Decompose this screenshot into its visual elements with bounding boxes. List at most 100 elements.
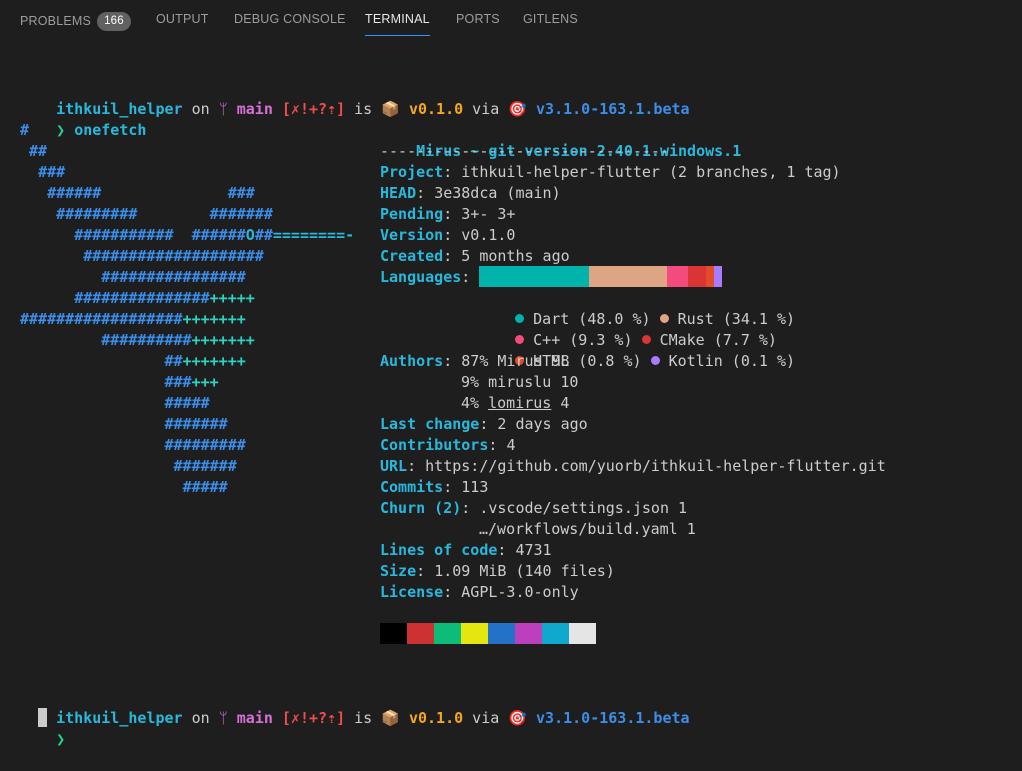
- prompt-word-on: on: [191, 709, 210, 727]
- prompt-package-version: v0.1.0: [408, 100, 464, 118]
- author-commits: 98: [551, 352, 570, 370]
- language-bar-segment: [479, 266, 589, 287]
- prompt-symbol: ❯: [56, 730, 66, 748]
- churn-row: …/workflows/build.yaml 1: [479, 519, 696, 540]
- field-label: Lines of code: [380, 541, 498, 559]
- ascii-logo-line: #######: [173, 457, 237, 475]
- prompt-word-is: is: [354, 100, 373, 118]
- field-label: Version: [380, 226, 444, 244]
- author-share: 9%: [461, 373, 480, 391]
- terminal-color-palette: [380, 623, 596, 644]
- palette-swatch: [515, 623, 542, 644]
- prompt-branch: main: [236, 709, 273, 727]
- info-divider: --------------------------------: [380, 142, 669, 160]
- prompt-word-is: is: [354, 709, 373, 727]
- author-row: 4% lomirus 4: [461, 393, 569, 414]
- kotlin-dot-icon: [650, 356, 660, 365]
- command-text: onefetch: [74, 121, 147, 139]
- churn-count: 1: [678, 499, 688, 517]
- field-label: Commits: [380, 478, 444, 496]
- ascii-logo-line: #####: [182, 478, 228, 496]
- palette-swatch: [542, 623, 569, 644]
- branch-icon: ᛘ: [218, 100, 228, 118]
- field-label: Created: [380, 247, 444, 265]
- churn-file: …/workflows/build.yaml: [479, 520, 678, 538]
- ascii-logo-line: ######### #######: [56, 205, 273, 223]
- palette-swatch: [380, 623, 407, 644]
- language-bar: [479, 266, 722, 287]
- terminal-output[interactable]: ithkuil_helper on ᛘ main [✗!+?⇡] is 📦 v0…: [0, 0, 1022, 769]
- dart-icon: 🎯: [508, 100, 527, 118]
- field-version: Version: v0.1.0: [380, 226, 516, 244]
- terminal-cursor: [38, 708, 47, 727]
- language-legend-row: Dart (48.0 %) Rust (34.1 %): [479, 288, 795, 328]
- field-value: 2 days ago: [497, 415, 588, 433]
- field-last-change: Last change: 2 days ago: [380, 415, 588, 433]
- author-row: 9% miruslu 10: [461, 372, 578, 393]
- ascii-logo-line: ##: [29, 142, 48, 160]
- package-icon: 📦: [381, 100, 400, 118]
- palette-swatch: [488, 623, 515, 644]
- prompt-dart-version: v3.1.0-163.1.beta: [536, 100, 690, 118]
- palette-swatch: [461, 623, 488, 644]
- language-entry: Kotlin (0.1 %): [668, 352, 796, 370]
- ascii-logo-line: ###############+++++: [74, 289, 255, 307]
- author-name-link[interactable]: lomirus: [488, 394, 551, 412]
- churn-count: 1: [686, 520, 696, 538]
- field-label: Languages: [380, 268, 462, 286]
- prompt-word-via: via: [472, 709, 500, 727]
- field-churn: Churn (2): .vscode/settings.json 1: [380, 499, 688, 517]
- field-value: 3+- 3+: [461, 205, 516, 223]
- prompt-symbol: ❯: [56, 121, 66, 139]
- field-commits: Commits: 113: [380, 478, 489, 496]
- palette-swatch: [434, 623, 461, 644]
- repo-url-link[interactable]: https://github.com/yuorb/ithkuil-helper-…: [425, 457, 886, 475]
- field-value: 4: [506, 436, 516, 454]
- field-value: 3e38dca (main): [434, 184, 561, 202]
- ascii-logo-line: ###+++: [164, 373, 219, 391]
- field-project: Project: ithkuil-helper-flutter (2 branc…: [380, 163, 841, 181]
- prompt-dart-version: v3.1.0-163.1.beta: [536, 709, 690, 727]
- field-lines-of-code: Lines of code: 4731: [380, 541, 552, 559]
- prompt-branch: main: [236, 100, 273, 118]
- ascii-logo-line: ##+++++++: [164, 352, 246, 370]
- ascii-logo-line: #####: [164, 394, 210, 412]
- language-legend-row: HTML (0.8 %) Kotlin (0.1 %): [479, 330, 795, 370]
- field-label: License: [380, 583, 444, 601]
- ascii-logo-line: #########: [164, 436, 246, 454]
- ascii-logo-line: #######: [164, 415, 228, 433]
- author-commits: 10: [560, 373, 579, 391]
- ascii-logo-line: ##########+++++++: [101, 331, 255, 349]
- language-bar-segment: [714, 266, 722, 287]
- prompt-package-version: v0.1.0: [408, 709, 464, 727]
- field-label: Authors: [380, 352, 444, 370]
- palette-swatch: [569, 623, 596, 644]
- field-value: ithkuil-helper-flutter (2 branches, 1 ta…: [461, 163, 841, 181]
- ascii-logo-line: ####################: [83, 247, 264, 265]
- prompt-word-on: on: [191, 100, 210, 118]
- prompt-git-status: [✗!+?⇡]: [281, 709, 346, 727]
- ascii-logo-line: #: [20, 121, 30, 139]
- field-head: HEAD: 3e38dca (main): [380, 184, 561, 202]
- field-url: URL: https://github.com/yuorb/ithkuil-he…: [380, 457, 886, 475]
- info-header: Mirus ~ git version 2.40.1.windows.1: [380, 120, 741, 160]
- field-contributors: Contributors: 4: [380, 436, 516, 454]
- prompt-line: ithkuil_helper on ᛘ main [✗!+?⇡] is 📦 v0…: [20, 687, 689, 727]
- language-bar-segment: [705, 266, 715, 287]
- author-commits: 4: [560, 394, 570, 412]
- package-icon: 📦: [381, 709, 400, 727]
- field-label: Last change: [380, 415, 480, 433]
- field-size: Size: 1.09 MiB (140 files): [380, 562, 615, 580]
- field-label: Pending: [380, 205, 444, 223]
- ascii-logo-line: ################: [101, 268, 246, 286]
- field-label: HEAD: [380, 184, 417, 202]
- dart-icon: 🎯: [508, 709, 527, 727]
- prompt-dir: ithkuil_helper: [56, 709, 183, 727]
- field-value: AGPL-3.0-only: [461, 583, 579, 601]
- field-license: License: AGPL-3.0-only: [380, 583, 579, 601]
- branch-icon: ᛘ: [218, 709, 228, 727]
- field-label: Churn (2): [380, 499, 462, 517]
- field-label: Contributors: [380, 436, 489, 454]
- field-value: 113: [461, 478, 489, 496]
- field-value: 4731: [515, 541, 552, 559]
